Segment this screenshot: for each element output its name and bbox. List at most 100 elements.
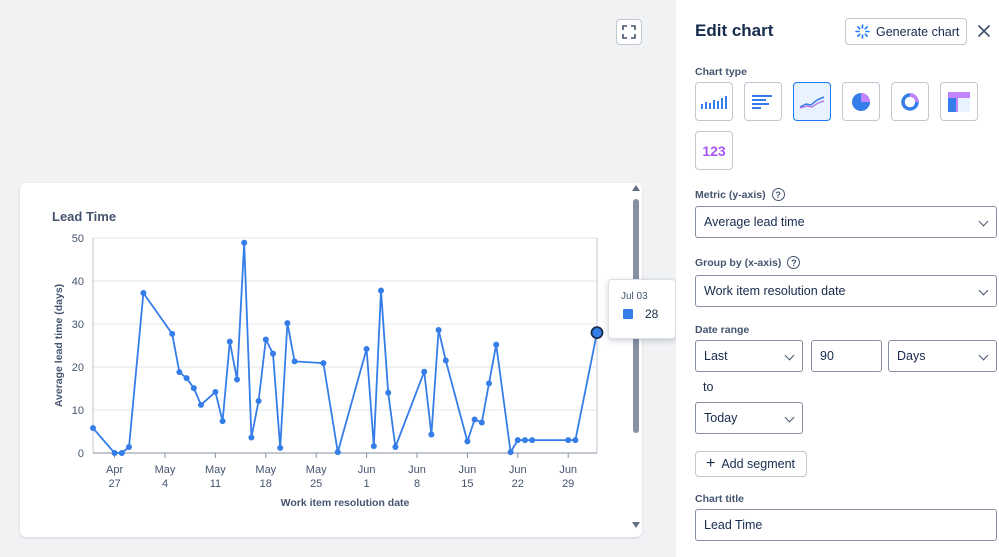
- x-tick-label-month: May: [205, 464, 226, 476]
- x-tick-label-day: 18: [260, 478, 272, 490]
- date-range-mode-select[interactable]: Last: [695, 340, 803, 372]
- chart-title-input[interactable]: Lead Time: [695, 509, 997, 541]
- data-point: [522, 437, 528, 444]
- data-point: [169, 330, 176, 337]
- data-point: [428, 431, 435, 438]
- data-point: [572, 437, 579, 444]
- data-point: [126, 443, 132, 450]
- close-button[interactable]: [974, 21, 994, 41]
- data-point: [255, 397, 262, 404]
- data-point: [111, 450, 118, 456]
- x-tick-label-month: Apr: [106, 464, 123, 476]
- data-point: [363, 345, 370, 352]
- x-tick-label-day: 25: [310, 478, 322, 490]
- add-segment-label: Add segment: [721, 457, 796, 471]
- x-tick-label-day: 29: [562, 478, 574, 490]
- data-point-highlighted: [590, 326, 604, 340]
- chart-type-heatmap[interactable]: [940, 82, 978, 121]
- data-point: [493, 341, 500, 348]
- y-tick-label: 30: [72, 319, 84, 331]
- data-point: [212, 388, 219, 395]
- chart-type-donut[interactable]: [891, 82, 929, 121]
- x-axis-label: Work item resolution date: [281, 497, 410, 509]
- data-point: [90, 425, 96, 432]
- add-segment-button[interactable]: + Add segment: [695, 451, 807, 477]
- groupby-select[interactable]: Work item resolution date: [695, 275, 997, 307]
- date-range-amount-value: 90: [820, 349, 834, 363]
- chevron-down-icon: [784, 350, 795, 361]
- chart-type-vertical-bar[interactable]: [695, 82, 733, 121]
- y-tick-label: 40: [72, 276, 84, 288]
- data-point: [270, 350, 276, 357]
- chart-type-line[interactable]: [793, 82, 831, 121]
- x-tick-label-month: Jun: [459, 464, 477, 476]
- data-point: [198, 401, 204, 408]
- chart-title-input-value: Lead Time: [704, 518, 763, 532]
- data-point: [291, 358, 298, 365]
- data-point: [284, 320, 291, 327]
- chart-type-label: Chart type: [695, 66, 747, 78]
- chart-type-pie[interactable]: [842, 82, 880, 121]
- metric-label: Metric (y-axis) ?: [695, 188, 785, 201]
- chevron-down-icon: [978, 285, 989, 296]
- y-tick-label: 10: [72, 405, 84, 417]
- chevron-down-icon: [784, 412, 795, 423]
- x-tick-label-month: May: [255, 464, 276, 476]
- groupby-label-text: Group by (x-axis): [695, 256, 782, 269]
- y-tick-label: 20: [72, 362, 84, 374]
- x-tick-label-month: Jun: [509, 464, 527, 476]
- data-point: [478, 419, 485, 426]
- date-range-label: Date range: [695, 324, 750, 336]
- y-tick-label: 0: [78, 448, 84, 460]
- line-chart-icon: [799, 95, 825, 109]
- tooltip-date: Jul 03: [621, 291, 648, 302]
- date-range-amount-input[interactable]: 90: [811, 340, 882, 372]
- data-point: [176, 369, 183, 376]
- data-point: [241, 239, 248, 246]
- data-point: [226, 338, 233, 345]
- generate-chart-label: Generate chart: [876, 24, 960, 39]
- chart-type-number[interactable]: 123: [695, 131, 733, 170]
- data-point: [378, 287, 384, 294]
- scroll-down-arrow-icon[interactable]: [632, 522, 640, 528]
- x-tick-label-day: 4: [162, 478, 168, 490]
- metric-label-text: Metric (y-axis): [695, 188, 766, 201]
- panel-title: Edit chart: [695, 21, 774, 40]
- pie-chart-icon: [852, 92, 870, 111]
- metric-select[interactable]: Average lead time: [695, 206, 997, 238]
- fullscreen-button[interactable]: [616, 19, 642, 45]
- groupby-help-icon[interactable]: ?: [787, 256, 801, 269]
- chart-type-horizontal-bar[interactable]: [744, 82, 782, 121]
- metric-help-icon[interactable]: ?: [771, 188, 785, 201]
- data-point: [183, 375, 190, 382]
- chart-title-label: Chart title: [695, 493, 745, 505]
- to-label: to: [703, 380, 714, 394]
- edit-chart-panel: Edit chart Generate chart Chart type 123…: [676, 0, 999, 557]
- chart-scrollbar[interactable]: [630, 185, 642, 530]
- data-point: [442, 357, 449, 364]
- to-select[interactable]: Today: [695, 402, 803, 434]
- x-tick-label-month: May: [306, 464, 327, 476]
- data-point: [219, 418, 226, 425]
- date-range-mode-value: Last: [704, 349, 728, 363]
- data-point: [370, 443, 377, 450]
- number-chart-icon: 123: [702, 142, 726, 159]
- scroll-up-arrow-icon[interactable]: [632, 185, 640, 191]
- x-tick-label-month: Jun: [559, 464, 577, 476]
- generate-chart-button[interactable]: Generate chart: [845, 18, 967, 45]
- donut-chart-icon: [901, 92, 919, 111]
- line-chart: Lead Time01020304050Apr27May4May11May18M…: [52, 209, 604, 509]
- data-point: [190, 385, 197, 392]
- x-tick-label-day: 11: [210, 478, 221, 490]
- x-tick-label-month: Jun: [358, 464, 376, 476]
- data-point: [464, 438, 471, 445]
- chart-canvas-area: Lead Time 0 10 20 30 40 50 Apr 27 May 4 May 11 May 18 M…: [0, 0, 676, 557]
- chart-title: Lead Time: [52, 209, 116, 224]
- data-point: [392, 443, 399, 450]
- data-point: [118, 450, 125, 456]
- close-icon: [978, 25, 990, 37]
- x-tick-label-day: 15: [461, 478, 473, 490]
- date-range-unit-select[interactable]: Days: [888, 340, 997, 372]
- y-axis-label: Average lead time (days): [53, 284, 65, 407]
- data-point: [140, 290, 147, 297]
